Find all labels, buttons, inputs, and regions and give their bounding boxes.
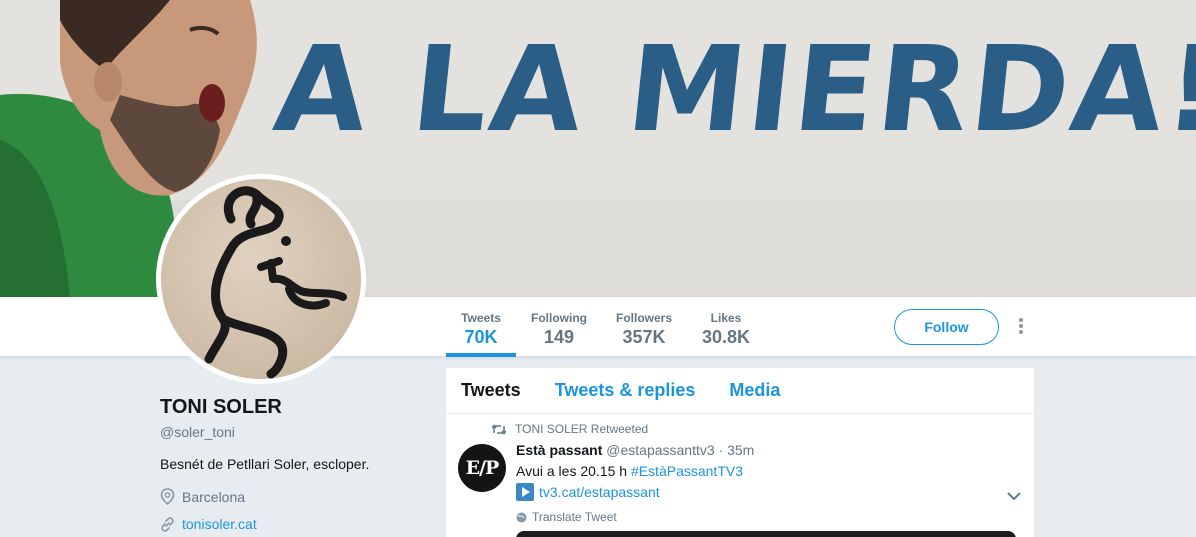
tweet-media-preview[interactable] (516, 531, 1016, 537)
stat-followers-value: 357K (622, 327, 666, 347)
stat-likes-label: Likes (710, 311, 742, 325)
website-link[interactable]: tonisoler.cat (182, 516, 257, 532)
profile-handle[interactable]: @soler_toni (160, 424, 235, 440)
tweet-link-text[interactable]: tv3.cat/estapassant (539, 484, 660, 500)
tweet-text-body: Avui a les 20.15 h (516, 463, 631, 479)
tweet[interactable]: TONI SOLER Retweeted E/P Està passant @e… (446, 414, 1034, 537)
location-pin-icon (160, 488, 175, 505)
stat-likes-value: 30.8K (701, 327, 751, 347)
tab-tweets[interactable]: Tweets (461, 380, 521, 401)
location-text: Barcelona (182, 488, 246, 505)
stat-tweets-label: Tweets (461, 311, 501, 325)
tweet-author-handle[interactable]: @estapassanttv3 (606, 442, 714, 458)
tweet-author-avatar[interactable]: E/P (458, 444, 506, 492)
follow-button[interactable]: Follow (894, 309, 999, 345)
stat-likes[interactable]: Likes 30.8K (691, 297, 761, 357)
retweet-context-text: TONI SOLER Retweeted (515, 422, 649, 436)
stat-following[interactable]: Following 149 (524, 297, 594, 357)
stat-tweets[interactable]: Tweets 70K (446, 297, 516, 357)
timeline: Tweets Tweets & replies Media TONI SOLER… (446, 368, 1034, 537)
chevron-down-icon[interactable] (1006, 490, 1022, 502)
tab-tweets-and-replies[interactable]: Tweets & replies (555, 380, 696, 401)
avatar-image (161, 179, 361, 379)
graffiti-text: A LA MIERDA! (268, 20, 1196, 158)
profile-avatar[interactable] (156, 174, 366, 384)
stat-following-label: Following (531, 311, 587, 325)
stat-followers-label: Followers (615, 311, 672, 325)
tab-media[interactable]: Media (729, 380, 780, 401)
tweet-header: Està passant @estapassanttv3 · 35m (516, 442, 754, 458)
tweet-hashtag[interactable]: #EstàPassantTV3 (631, 463, 743, 479)
play-icon (516, 483, 534, 501)
stat-following-value: 149 (543, 327, 575, 347)
retweet-context: TONI SOLER Retweeted (492, 422, 648, 436)
stat-followers[interactable]: Followers 357K (609, 297, 679, 357)
profile-location: Barcelona (160, 488, 245, 505)
tweet-link[interactable]: tv3.cat/estapassant (516, 483, 660, 501)
translate-tweet[interactable]: Translate Tweet (516, 510, 617, 524)
timeline-tabs: Tweets Tweets & replies Media (446, 368, 1034, 414)
globe-icon (516, 512, 527, 522)
profile-name[interactable]: TONI SOLER (160, 396, 282, 419)
retweet-icon (492, 423, 506, 435)
tweet-text: Avui a les 20.15 h #EstàPassantTV3 (516, 463, 743, 479)
stat-tweets-value: 70K (464, 327, 498, 347)
tweet-author-name[interactable]: Està passant (516, 442, 602, 458)
link-icon (161, 516, 174, 532)
more-options-icon[interactable] (1012, 317, 1030, 337)
tweet-timestamp[interactable]: · 35m (719, 442, 755, 458)
profile-bio: Besnét de Petllari Soler, escloper. (160, 456, 370, 472)
translate-label[interactable]: Translate Tweet (532, 510, 617, 524)
profile-website[interactable]: tonisoler.cat (160, 516, 257, 532)
